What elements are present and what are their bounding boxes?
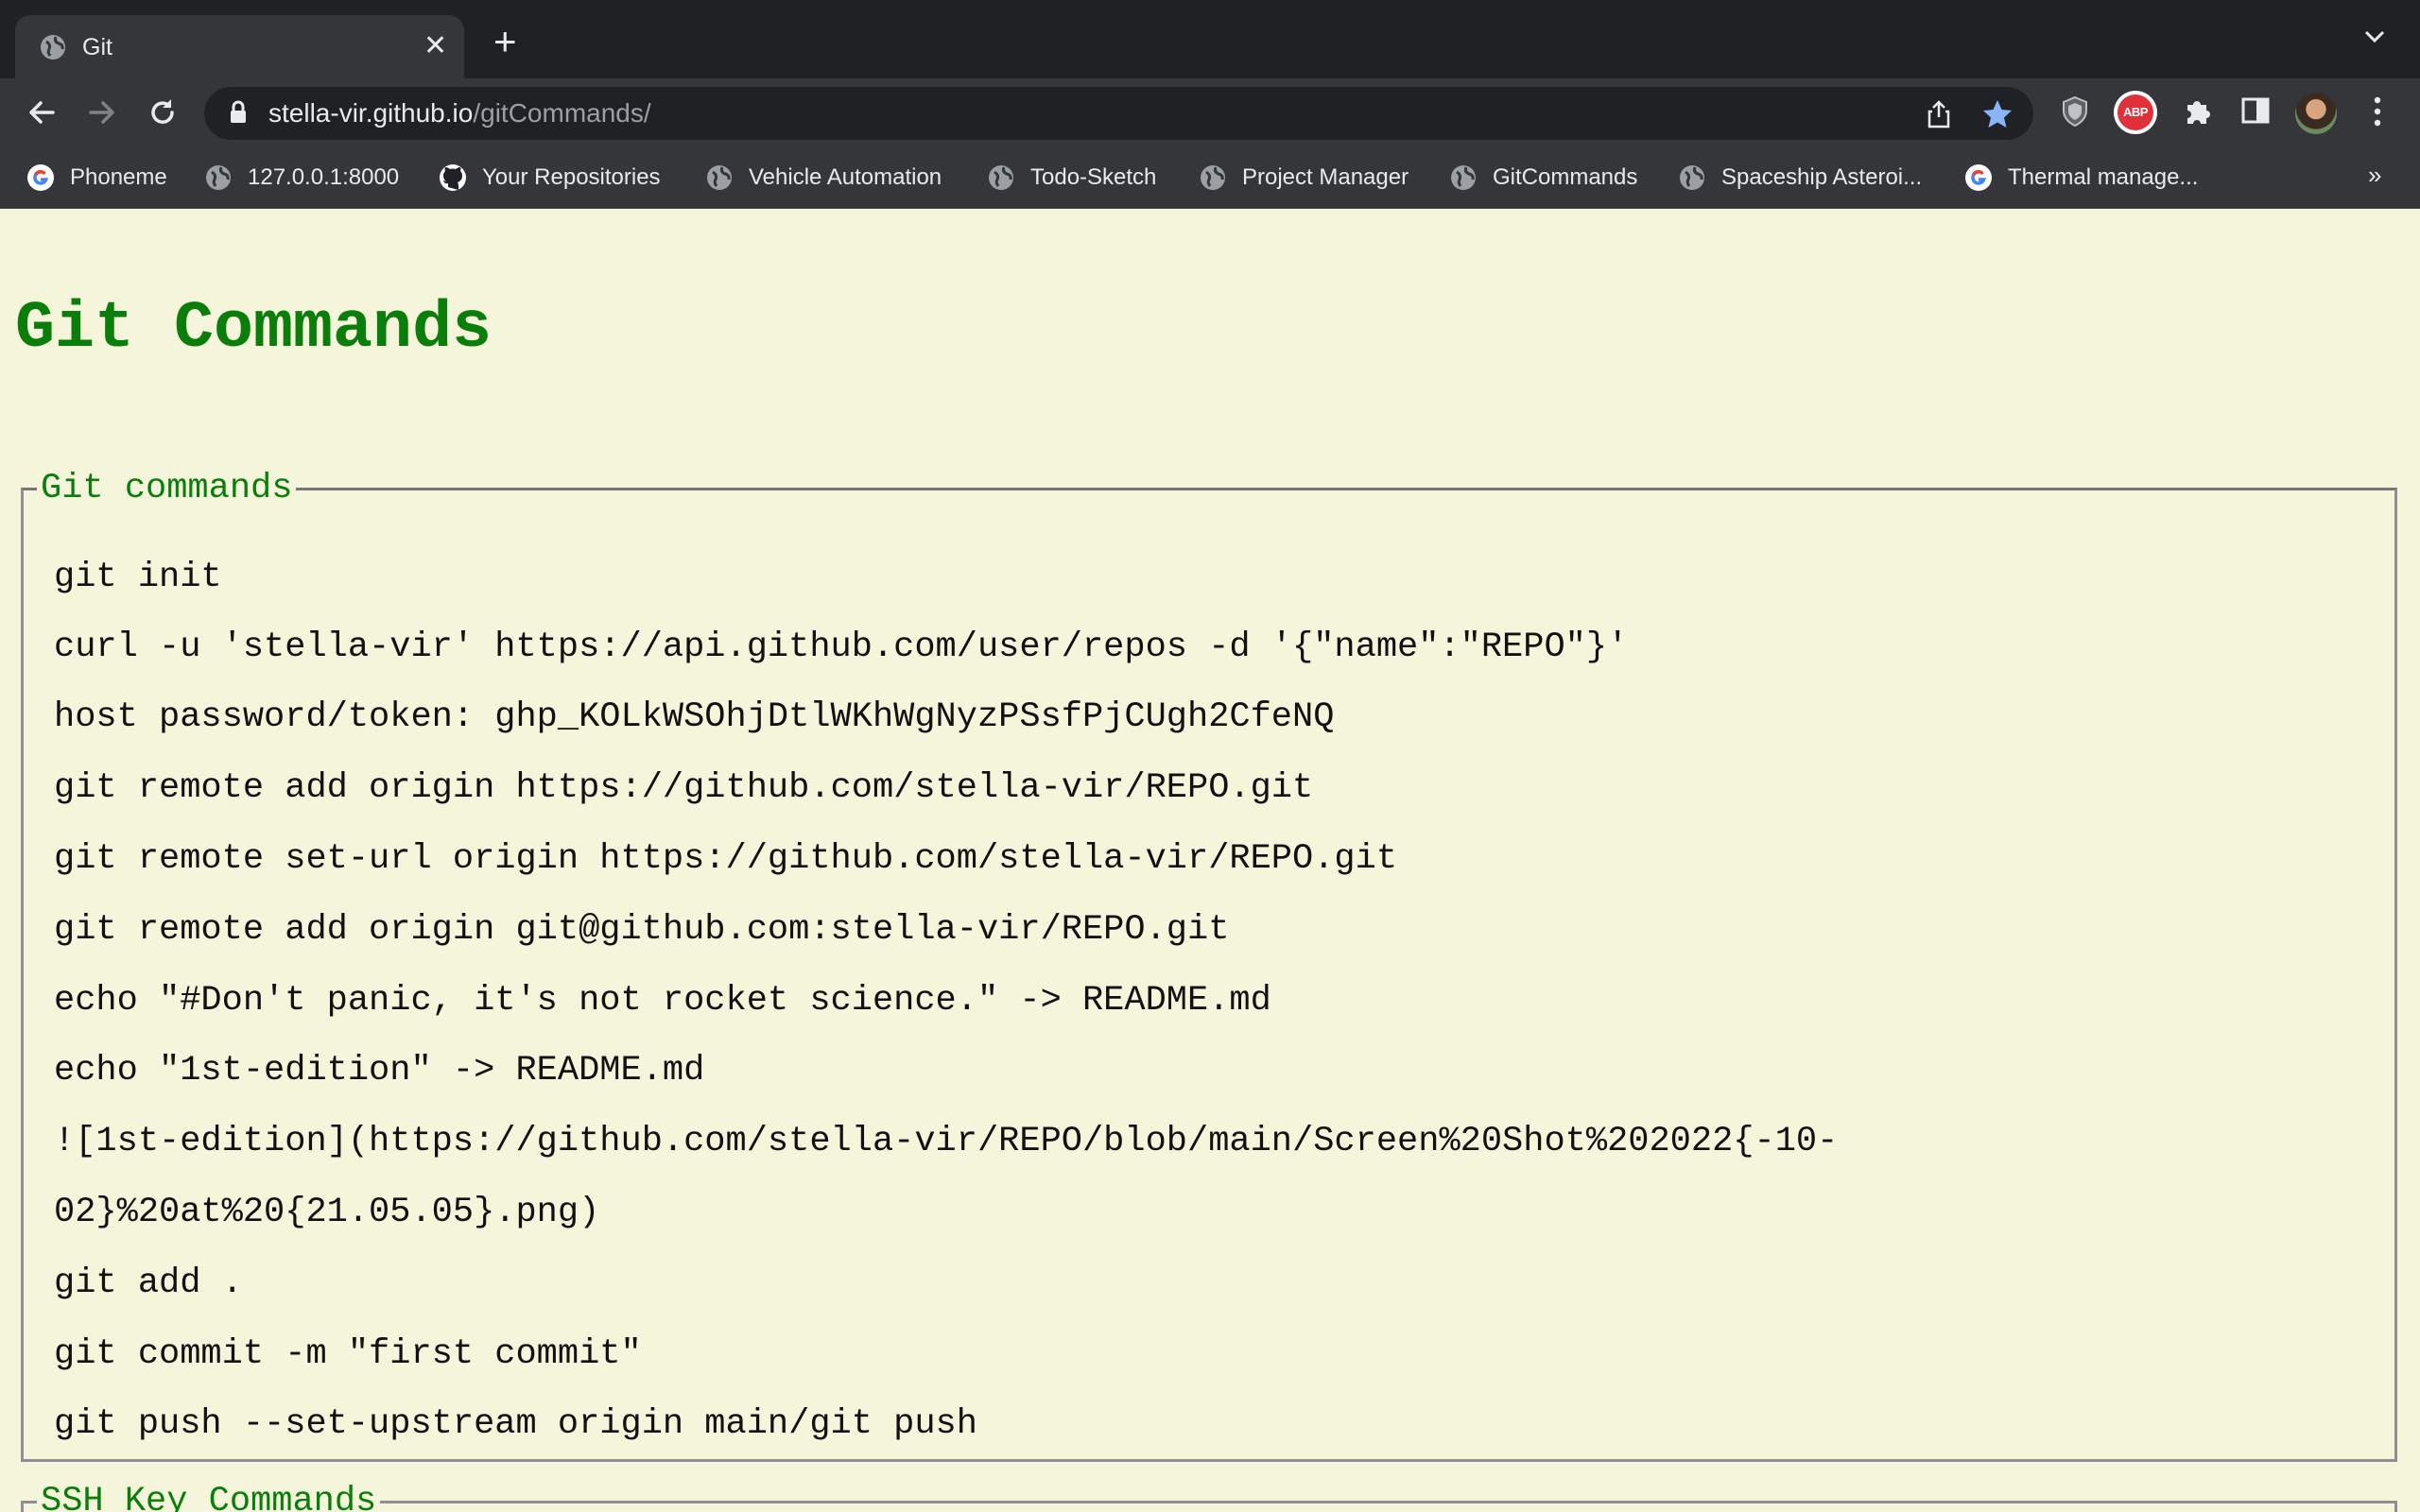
section-legend: SSH Key Commands <box>41 1482 377 1512</box>
command-line[interactable]: ![1st-edition](https://github.com/stella… <box>54 1121 1838 1162</box>
share-icon[interactable] <box>1925 99 1953 129</box>
globe-icon <box>989 165 1013 190</box>
more-bookmarks-icon[interactable]: » <box>2368 161 2381 190</box>
globe-icon <box>1201 165 1225 190</box>
bookmark-label: Spaceship Asteroi... <box>1721 164 1923 190</box>
command-line[interactable]: git remote add origin https://github.com… <box>54 767 1313 809</box>
forward-icon[interactable] <box>85 95 119 129</box>
bookmark-todo-sketch[interactable]: Todo-Sketch <box>987 161 1156 195</box>
adblock-label: ABP <box>2118 94 2153 130</box>
bookmark-label: Project Manager <box>1242 164 1409 190</box>
command-line[interactable]: git push --set-upstream origin main/git … <box>54 1403 977 1445</box>
command-line[interactable]: host password/token: ghp_KOLkWSOhjDtlWKh… <box>54 696 1334 738</box>
reload-icon[interactable] <box>146 95 180 129</box>
chevron-down-icon[interactable] <box>2361 26 2388 47</box>
bookmark-star-icon[interactable] <box>1981 98 2014 130</box>
command-line[interactable]: git add . <box>54 1263 243 1304</box>
back-icon[interactable] <box>25 95 59 129</box>
google-icon <box>1965 164 1992 191</box>
globe-icon <box>41 35 65 60</box>
adblock-extension-icon[interactable]: ABP <box>2114 91 2157 134</box>
browser-tab[interactable]: Git ✕ <box>15 15 464 79</box>
tab-title: Git <box>82 34 112 60</box>
new-tab-button[interactable]: + <box>493 22 517 61</box>
command-line[interactable]: git init <box>54 557 222 598</box>
bookmark-label: 127.0.0.1:8000 <box>248 164 400 190</box>
bookmark-label: Thermal manage... <box>2008 164 2199 190</box>
more-menu-icon[interactable] <box>2371 94 2384 129</box>
browser-toolbar: stella-vir.github.io/gitCommands/ ABP <box>0 78 2420 147</box>
tab-strip: Git ✕ + <box>0 0 2420 79</box>
command-line[interactable]: echo "#Don't panic, it's not rocket scie… <box>54 980 1271 1022</box>
bookmark-thermal-management[interactable]: Thermal manage... <box>1964 161 2198 195</box>
section-legend: Git commands <box>41 469 293 508</box>
globe-icon <box>1680 165 1704 190</box>
lock-icon[interactable] <box>229 100 248 125</box>
globe-icon <box>1451 165 1476 190</box>
bookmark-your-repositories[interactable]: Your Repositories <box>439 161 661 195</box>
bookmark-label: Phoneme <box>70 164 167 190</box>
bookmark-label: Todo-Sketch <box>1030 164 1157 190</box>
git-commands-section: Git commands git init curl -u 'stella-vi… <box>21 470 2397 1462</box>
command-line[interactable]: echo "1st-edition" -> README.md <box>54 1050 704 1091</box>
globe-icon <box>707 165 732 190</box>
google-icon <box>27 164 54 191</box>
globe-icon <box>206 165 231 190</box>
bookmark-vehicle-automation[interactable]: Vehicle Automation <box>705 161 942 195</box>
address-bar[interactable]: stella-vir.github.io/gitCommands/ <box>204 87 2033 140</box>
bookmark-localhost[interactable]: 127.0.0.1:8000 <box>204 161 399 195</box>
github-icon <box>440 164 466 191</box>
url-path: /gitCommands/ <box>473 98 651 128</box>
ssh-key-commands-section: SSH Key Commands <box>21 1483 2397 1512</box>
puzzle-extensions-icon[interactable] <box>2182 95 2214 128</box>
bookmark-spaceship-asteroids[interactable]: Spaceship Asteroi... <box>1678 161 1922 195</box>
profile-avatar[interactable] <box>2295 93 2337 134</box>
url-text[interactable]: stella-vir.github.io/gitCommands/ <box>268 99 651 128</box>
bookmark-label: Your Repositories <box>482 164 661 190</box>
url-host: stella-vir.github.io <box>268 98 474 128</box>
page-title: Git Commands <box>15 292 493 367</box>
command-line[interactable]: 02}%20at%20{21.05.05}.png) <box>54 1192 599 1233</box>
close-tab-icon[interactable]: ✕ <box>424 31 447 61</box>
bookmark-label: GitCommands <box>1493 164 1638 190</box>
page-content: Git Commands Git commands git init curl … <box>0 209 2420 1512</box>
bookmarks-bar: Phoneme 127.0.0.1:8000 Your Repositories… <box>0 147 2420 209</box>
command-line[interactable]: curl -u 'stella-vir' https://api.github.… <box>54 627 1628 668</box>
command-line[interactable]: git commit -m "first commit" <box>54 1333 642 1375</box>
command-line[interactable]: git remote set-url origin https://github… <box>54 838 1397 880</box>
bookmark-gitcommands[interactable]: GitCommands <box>1449 161 1637 195</box>
bookmark-project-manager[interactable]: Project Manager <box>1199 161 1409 195</box>
side-panel-icon[interactable] <box>2240 95 2271 126</box>
bookmark-label: Vehicle Automation <box>749 164 942 190</box>
shield-extension-icon[interactable] <box>2061 95 2089 128</box>
bookmark-phoneme[interactable]: Phoneme <box>26 161 167 195</box>
command-line[interactable]: git remote add origin git@github.com:ste… <box>54 909 1229 951</box>
